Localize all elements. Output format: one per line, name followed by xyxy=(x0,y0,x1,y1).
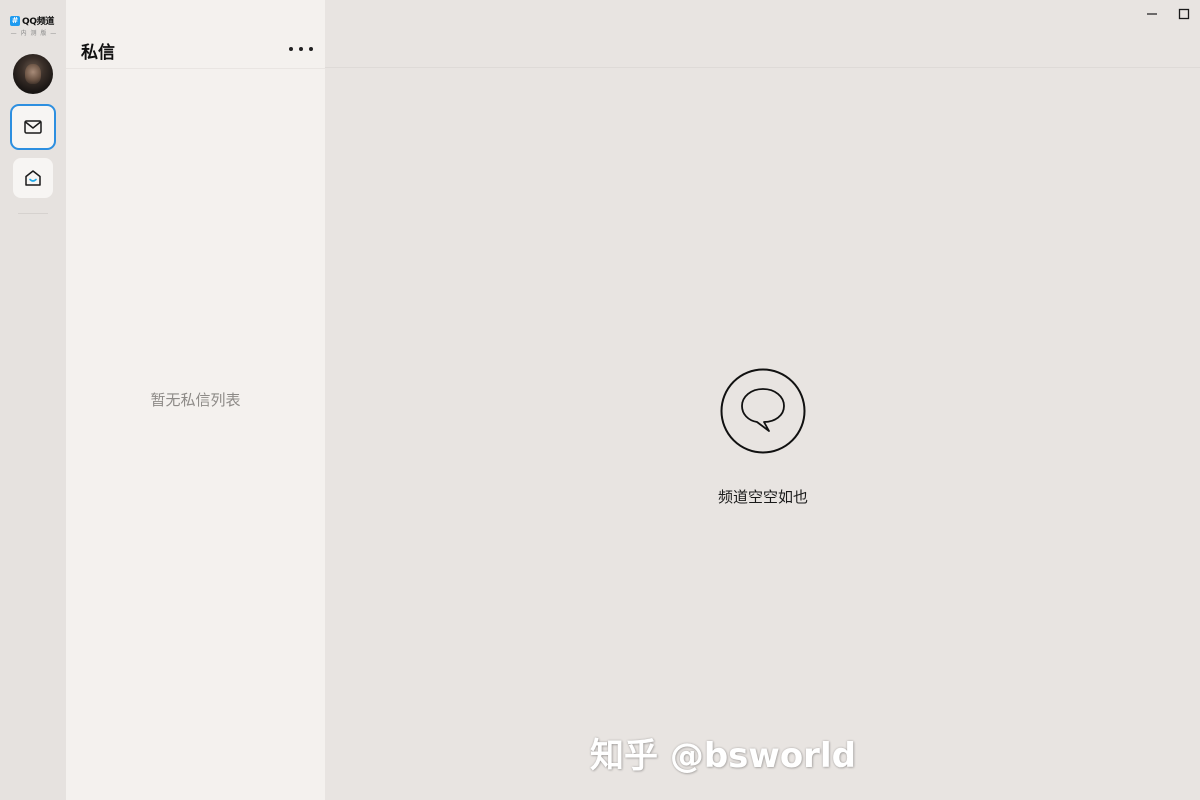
app-logo: # QQ频道 — 内 测 版 — xyxy=(10,14,58,38)
logo-name: QQ频道 xyxy=(22,17,55,27)
logo-badge: # xyxy=(10,16,20,26)
maximize-button[interactable] xyxy=(1168,0,1200,28)
rail-divider xyxy=(18,213,48,214)
minimize-icon xyxy=(1147,13,1157,15)
empty-state-text: 频道空空如也 xyxy=(717,488,808,506)
mail-icon xyxy=(24,120,42,134)
maximize-icon xyxy=(1178,8,1190,20)
logo-subtitle: — 内 测 版 — xyxy=(10,30,58,37)
dm-header: 私信 xyxy=(66,0,325,69)
left-rail: # QQ频道 — 内 测 版 — xyxy=(0,0,66,800)
rail-item-home[interactable] xyxy=(13,158,53,198)
more-options-icon[interactable] xyxy=(289,40,313,58)
dm-panel: 私信 暂无私信列表 xyxy=(66,0,325,800)
rail-item-messages[interactable] xyxy=(10,104,56,150)
window-controls xyxy=(1136,0,1200,28)
avatar[interactable] xyxy=(13,54,53,94)
watermark: 知乎 @bsworld xyxy=(590,736,856,776)
dm-empty-state: 暂无私信列表 xyxy=(150,391,241,409)
home-icon xyxy=(25,170,41,186)
page-title: 私信 xyxy=(81,43,115,63)
main-content: 频道空空如也 xyxy=(325,0,1200,800)
chat-bubble-icon xyxy=(720,368,806,454)
header-divider xyxy=(325,67,1200,68)
minimize-button[interactable] xyxy=(1136,0,1168,28)
